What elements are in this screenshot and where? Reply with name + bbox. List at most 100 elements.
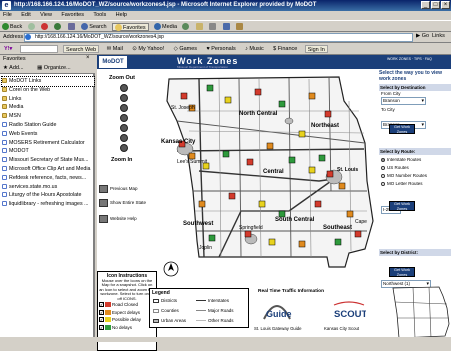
radio-unselected[interactable] [381,181,385,186]
favorite-link[interactable]: MOSERS Retirement Calculator [2,139,94,148]
favorite-link[interactable]: Missouri Secretary of State Mus... [2,156,94,165]
edit-button[interactable] [222,23,231,31]
forward-button[interactable] [27,23,36,31]
checkbox-checked[interactable]: ✓ [99,317,104,323]
print-button[interactable] [209,23,217,31]
favorites-button[interactable]: Favorites [112,23,149,31]
favorite-folder[interactable]: MoDOT Links [1,76,95,87]
no-delays-toggle[interactable]: ✓ No delays [99,324,155,332]
maximize-button[interactable]: □ [431,1,440,9]
page-banner: MoDOT Work Zones Missouri Department of … [97,55,451,69]
checkbox-checked[interactable]: ✓ [99,324,104,330]
media-button[interactable]: Media [154,23,177,31]
banner-links[interactable]: WORK ZONES · TIPS · FAQ [387,57,432,61]
gateway-arch-icon: Guide [263,305,292,320]
ie-icon: e [2,1,11,10]
map-graphic: St. Joseph North Central Northeast Kansa… [161,76,374,277]
sign-in-button[interactable]: Sign In [304,45,328,53]
road-closed-toggle[interactable]: ✓ Road Closed [99,301,155,309]
website-help-button[interactable]: Website Help [99,215,154,226]
kc-scout-logo-text: SCOUT [334,309,366,320]
route-option-us[interactable]: US Routes [381,164,409,172]
menu-help[interactable]: Help [116,12,127,18]
favorite-link[interactable]: Microsoft Office Clip Art and Media [2,165,94,174]
stop-button[interactable] [41,23,49,31]
toolbar-search-field[interactable] [19,45,58,53]
route-option-mo-number[interactable]: MO Number Routes [381,172,427,180]
refresh-button[interactable] [54,23,62,31]
modot-logo[interactable]: MoDOT [99,56,127,68]
search-button[interactable]: Search [81,23,107,31]
kc-scout-logo[interactable]: SCOUT [332,299,367,322]
search-web-button[interactable]: Search Web [63,45,100,53]
possible-delay-toggle[interactable]: ✓ Possible delay [99,316,155,324]
personals-link[interactable]: ♥ Personals [204,45,237,53]
kc-scout-caption[interactable]: Kansas City Scout [324,326,359,331]
north-arrow-icon [163,261,179,277]
add-favorite-button[interactable]: ★ Add... [3,65,30,71]
history-button[interactable] [182,23,190,31]
menu-tools[interactable]: Tools [93,12,106,18]
route-option-mo-letter[interactable]: MO Letter Routes [381,180,423,188]
back-button[interactable]: Back [2,23,22,31]
mail-link[interactable]: ✉ Mail [105,45,125,53]
finance-link[interactable]: $ Finance [271,45,299,53]
previous-map-button[interactable]: Previous Map [99,185,154,196]
menu-favorites[interactable]: Favorites [61,12,84,18]
gateway-guide-logo[interactable]: Guide [260,299,294,322]
close-button[interactable]: × [441,1,450,9]
favorite-link[interactable]: Web Events [2,130,94,139]
favorite-folder[interactable]: Corel on the Web [2,86,94,95]
links-button[interactable]: Links [432,33,445,39]
radio-unselected[interactable] [381,165,385,170]
district-minimap[interactable] [389,284,451,342]
radio-selected[interactable] [381,157,385,162]
mail-button[interactable] [195,23,204,31]
route-option-interstate[interactable]: Interstate Routes [381,156,421,164]
favorite-link[interactable]: MODOT [2,147,94,156]
zoom-level-button[interactable] [120,104,128,112]
zoom-level-button[interactable] [120,114,128,122]
show-entire-state-button[interactable]: Show Entire State [99,199,154,210]
favorite-link[interactable]: services.state.mo.us [2,183,94,192]
favorite-link[interactable]: liquidlibrary - refreshing images ... [2,200,94,209]
favorites-close-icon[interactable]: × [86,55,90,61]
menu-edit[interactable]: Edit [21,12,30,18]
zoom-level-button[interactable] [120,134,128,142]
music-link[interactable]: ♪ Music [243,45,266,53]
games-link[interactable]: ◇ Games [172,45,200,53]
legend-other-roads: Other Roads [196,318,234,323]
zoom-level-button[interactable] [120,124,128,132]
radio-unselected[interactable] [381,173,385,178]
favorite-link[interactable]: Refdesk reference, facts, news... [2,174,94,183]
favorite-folder[interactable]: Links [2,95,94,104]
favorite-link[interactable]: Liturgy of the Hours Apostolate [2,191,94,200]
checkbox-checked[interactable]: ✓ [99,302,104,308]
checkbox-checked[interactable]: ✓ [99,309,104,315]
gateway-guide-caption[interactable]: St. Louis Gateway Guide [254,326,302,331]
menu-view[interactable]: View [40,12,52,18]
get-work-zones-button[interactable]: Get Work Zones [389,124,415,134]
label-southeast: Southeast [323,225,352,231]
organize-favorites-button[interactable]: ▦ Organize... [37,65,77,71]
expect-delays-toggle[interactable]: ✓ Expect delays [99,309,155,317]
favorite-folder[interactable]: Media [2,103,94,112]
address-input[interactable]: http://168.166.124.16/MoDOT_WZ/source/wo… [24,33,413,42]
minimize-button[interactable]: _ [421,1,430,9]
zoom-level-button[interactable] [120,144,128,152]
go-button[interactable]: ▶ Go [416,33,429,39]
menu-file[interactable]: File [3,12,12,18]
zoom-level-button[interactable] [120,94,128,102]
home-button[interactable] [67,23,76,31]
yahoo-logo[interactable]: Y!▾ [2,45,14,53]
discuss-button[interactable] [235,23,244,31]
missouri-map[interactable]: St. Joseph North Central Northeast Kansa… [159,71,375,283]
favorite-link[interactable]: Radio Station Guide [2,121,94,130]
zoom-level-button[interactable] [120,84,128,92]
favorite-folder[interactable]: MSN [2,112,94,121]
my-yahoo-link[interactable]: ⊙ My Yahoo! [130,45,166,53]
get-work-zones-route-button[interactable]: Get Work Zones [389,201,415,211]
get-work-zones-district-button[interactable]: Get Work Zones [389,267,415,277]
folder-icon [2,95,7,101]
from-city-select[interactable]: Branson [381,97,426,105]
